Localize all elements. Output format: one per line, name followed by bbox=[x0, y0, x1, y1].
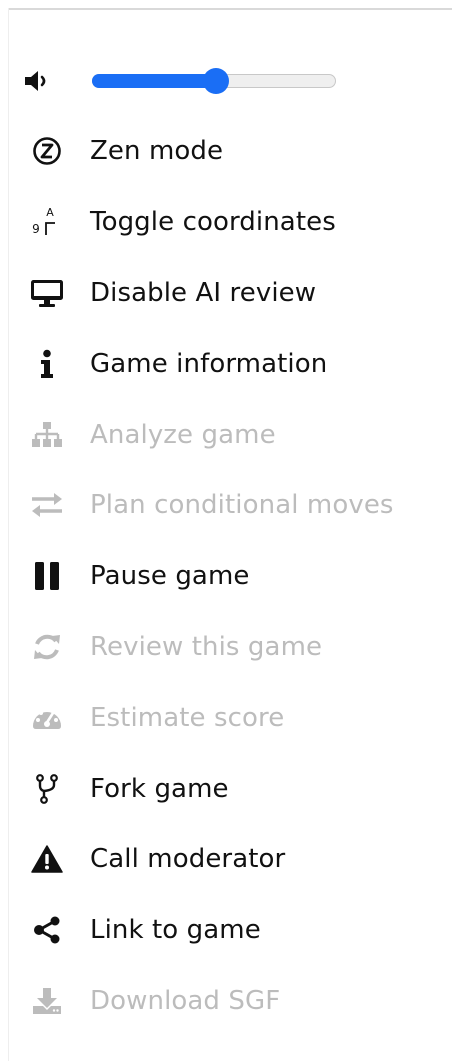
estimate-score-label: Estimate score bbox=[90, 702, 285, 733]
pause-icon bbox=[24, 556, 70, 596]
download-sgf-item: Download SGF bbox=[0, 966, 452, 1037]
plan-conditional-moves-item: Plan conditional moves bbox=[0, 470, 452, 541]
exchange-arrows-icon bbox=[24, 485, 70, 525]
zen-mode-item[interactable]: Zen mode bbox=[0, 116, 452, 187]
disable-ai-review-label: Disable AI review bbox=[90, 277, 317, 308]
analyze-game-item: Analyze game bbox=[0, 399, 452, 470]
call-moderator-label: Call moderator bbox=[90, 844, 286, 875]
fork-game-item[interactable]: Fork game bbox=[0, 753, 452, 824]
link-to-game-item[interactable]: Link to game bbox=[0, 895, 452, 966]
game-information-item[interactable]: Game information bbox=[0, 328, 452, 399]
fork-game-label: Fork game bbox=[90, 773, 229, 804]
review-this-game-label: Review this game bbox=[90, 631, 323, 662]
svg-text:A: A bbox=[46, 206, 54, 219]
desktop-monitor-icon bbox=[24, 273, 70, 313]
estimate-score-item: Estimate score bbox=[0, 682, 452, 753]
analyze-game-label: Analyze game bbox=[90, 419, 276, 450]
pause-game-label: Pause game bbox=[90, 561, 250, 592]
link-to-game-label: Link to game bbox=[90, 915, 261, 946]
refresh-icon bbox=[24, 627, 70, 667]
volume-icon[interactable] bbox=[24, 61, 64, 101]
warning-triangle-icon bbox=[24, 839, 70, 879]
volume-slider-thumb[interactable] bbox=[203, 67, 230, 94]
sitemap-icon bbox=[24, 415, 70, 455]
zen-mode-label: Zen mode bbox=[90, 136, 224, 167]
volume-slider-fill bbox=[92, 73, 217, 88]
svg-text:9: 9 bbox=[32, 222, 40, 236]
plan-conditional-moves-label: Plan conditional moves bbox=[90, 490, 394, 521]
zen-circle-z-icon bbox=[24, 131, 70, 171]
call-moderator-item[interactable]: Call moderator bbox=[0, 824, 452, 895]
download-sgf-label: Download SGF bbox=[90, 985, 281, 1016]
pause-game-item[interactable]: Pause game bbox=[0, 541, 452, 612]
toggle-coordinates-item[interactable]: A 9 Toggle coordinates bbox=[0, 187, 452, 258]
volume-slider[interactable] bbox=[92, 67, 336, 94]
review-this-game-item: Review this game bbox=[0, 612, 452, 683]
share-icon bbox=[24, 910, 70, 950]
disable-ai-review-item[interactable]: Disable AI review bbox=[0, 258, 452, 329]
info-icon bbox=[24, 344, 70, 384]
volume-control bbox=[0, 45, 452, 116]
download-icon bbox=[24, 981, 70, 1021]
code-fork-icon bbox=[24, 769, 70, 809]
coordinates-icon: A 9 bbox=[24, 202, 70, 242]
game-dock-menu: Zen mode A 9 Toggle coordinates Disable … bbox=[0, 45, 452, 1036]
toggle-coordinates-label: Toggle coordinates bbox=[90, 207, 336, 238]
game-information-label: Game information bbox=[90, 348, 328, 379]
tachometer-icon bbox=[24, 698, 70, 738]
panel-top-border bbox=[8, 8, 452, 10]
